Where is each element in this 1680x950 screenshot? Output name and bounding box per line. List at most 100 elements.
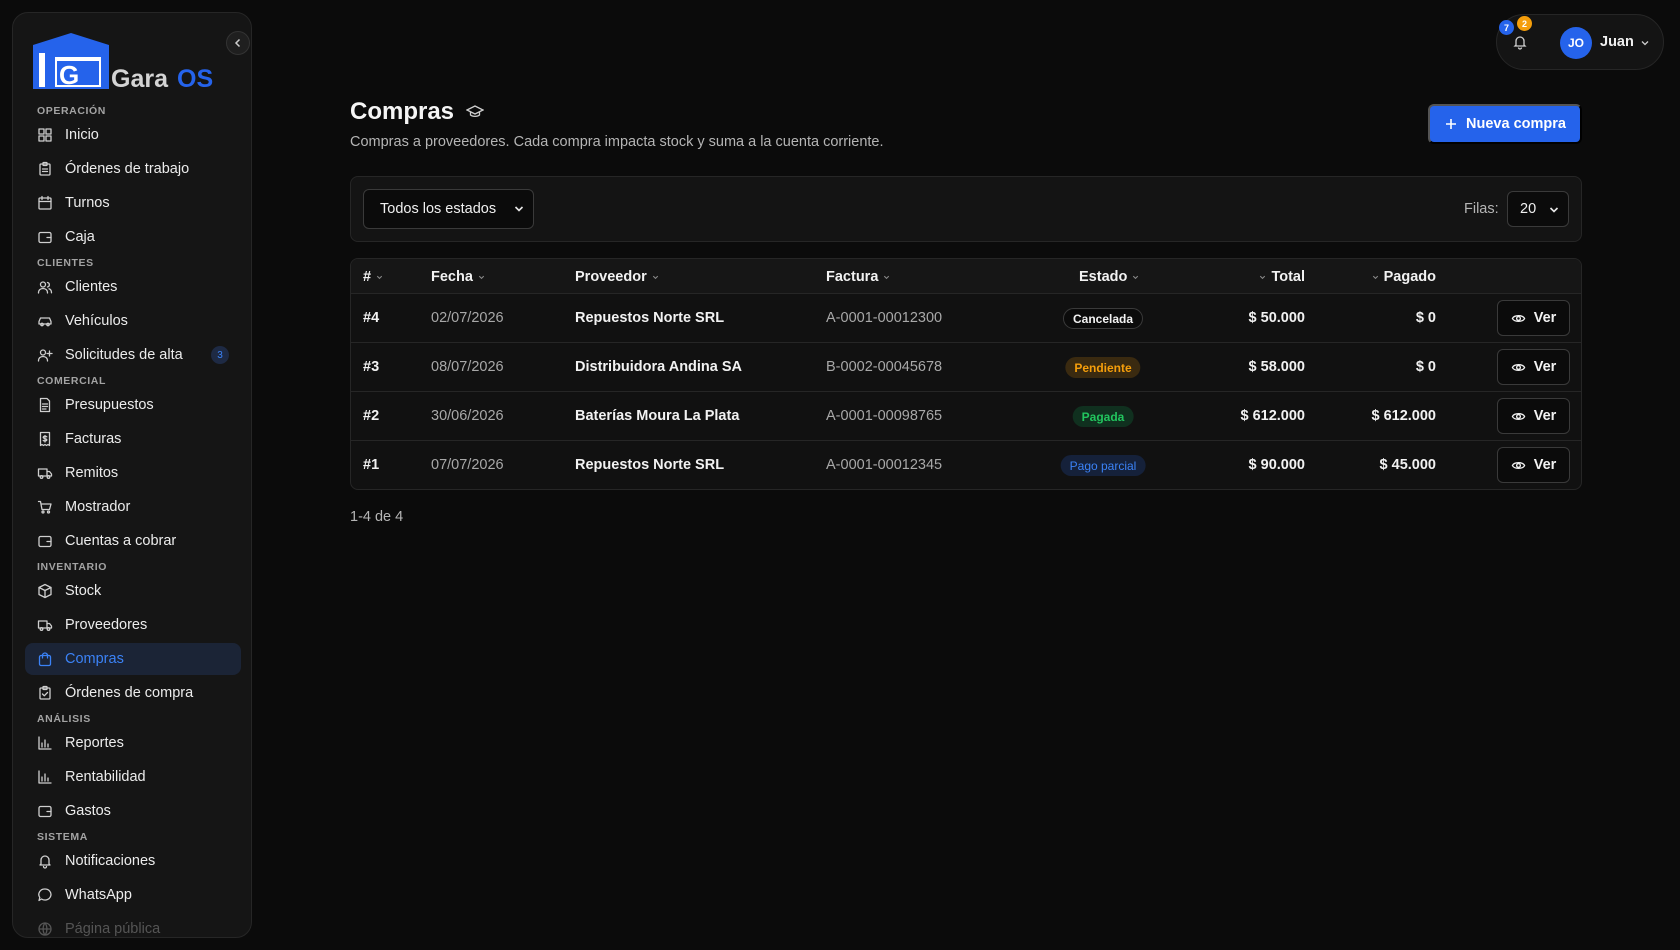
sidebar-item-facturas[interactable]: Facturas — [25, 423, 241, 455]
alert-count-badge: 2 — [1517, 16, 1532, 31]
bar-chart-icon-wrap — [37, 769, 53, 785]
sidebar-item-proveedores[interactable]: Proveedores — [25, 609, 241, 641]
truck-icon — [37, 620, 53, 631]
cart-icon-wrap — [37, 499, 53, 515]
user-menu-name[interactable]: Juan — [1600, 34, 1634, 50]
sidebar-item-vehiculos[interactable]: Vehículos — [25, 305, 241, 337]
sidebar-item-turnos[interactable]: Turnos — [25, 187, 241, 219]
sidebar-item-label: Reportes — [65, 735, 124, 751]
table-row: #1 07/07/2026 Repuestos Norte SRL A-0001-00… — [351, 441, 1581, 489]
bar-chart-icon — [38, 770, 52, 784]
purchase-total: $ 50.000 — [1248, 310, 1305, 326]
collapse-sidebar-button[interactable] — [226, 31, 250, 55]
view-purchase-button[interactable]: Ver — [1497, 398, 1570, 434]
sidebar-item-label: Turnos — [65, 195, 110, 211]
view-purchase-button[interactable]: Ver — [1497, 447, 1570, 483]
bell-icon-wrap — [37, 853, 53, 869]
car-icon — [38, 317, 52, 327]
column-header-factura[interactable]: Factura — [826, 269, 891, 285]
rows-per-page-select[interactable]: 20 — [1507, 191, 1569, 227]
purchase-supplier: Distribuidora Andina SA — [575, 359, 743, 375]
sidebar-item-remitos[interactable]: Remitos — [25, 457, 241, 489]
receipt-icon — [39, 431, 51, 447]
purchase-paid: $ 612.000 — [1371, 408, 1436, 424]
truck-icon-wrap — [37, 617, 53, 633]
purchase-invoice: A-0001-00098765 — [826, 408, 943, 424]
sidebar-item-whatsapp[interactable]: WhatsApp — [25, 879, 241, 911]
truck-icon-wrap — [37, 465, 53, 481]
sidebar-section-sistema: SISTEMA — [37, 831, 88, 843]
page-subtitle: Compras a proveedores. Cada compra impac… — [350, 134, 884, 150]
user-plus-icon — [37, 349, 53, 362]
column-header-estado[interactable]: Estado — [1079, 269, 1140, 285]
sidebar-item-label: Proveedores — [65, 617, 148, 633]
sidebar-item-label: Cuentas a cobrar — [65, 533, 177, 549]
page-title: Compras — [350, 98, 485, 126]
clipboard-icon-wrap — [37, 161, 53, 177]
sort-chevron-icon — [1133, 275, 1139, 279]
sidebar-item-label: Clientes — [65, 279, 118, 295]
sidebar-section-operacion: OPERACIÓN — [37, 105, 106, 117]
sidebar-item-gastos[interactable]: Gastos — [25, 795, 241, 827]
sidebar-item-cuentas-a-cobrar[interactable]: Cuentas a cobrar — [25, 525, 241, 557]
purchase-total: $ 90.000 — [1248, 457, 1305, 473]
sidebar-item-label: Página pública — [65, 921, 161, 937]
chevron-down-icon[interactable] — [1640, 38, 1650, 48]
sidebar: G Gara OS OPERACIÓN Inicio Órdenes de trab… — [12, 12, 252, 938]
clipboard-check-icon-wrap — [37, 685, 53, 701]
clipboard-icon — [39, 161, 51, 176]
filter-bar — [350, 176, 1582, 242]
sort-chevron-icon — [478, 275, 485, 279]
table-row: #2 30/06/2026 Baterías Moura La Plata A-000… — [351, 392, 1581, 441]
avatar[interactable]: JO — [1560, 27, 1592, 59]
purchase-id: #2 — [363, 408, 380, 424]
purchase-invoice: B-0002-00045678 — [826, 359, 943, 375]
purchase-date: 08/07/2026 — [431, 359, 504, 375]
sidebar-item-label: Órdenes de trabajo — [65, 161, 190, 177]
garaos-logo[interactable]: G Gara OS — [27, 27, 251, 99]
sidebar-section-clientes: CLIENTES — [37, 257, 94, 269]
sidebar-item-compras[interactable]: Compras — [25, 643, 241, 675]
sidebar-item-pagina-publica[interactable]: Página pública — [25, 913, 241, 937]
sidebar-item-label: Facturas — [65, 431, 122, 447]
graduation-cap-icon[interactable] — [466, 103, 485, 121]
sidebar-item-ordenes-de-compra[interactable]: Órdenes de compra — [25, 677, 241, 709]
box-icon-wrap — [37, 583, 53, 599]
sidebar-item-solicitudes-de-alta[interactable]: Solicitudes de alta 3 — [25, 339, 241, 371]
status-filter-select[interactable]: Todos los estados — [363, 189, 534, 229]
chat-icon-wrap — [37, 887, 53, 903]
view-purchase-button[interactable]: Ver — [1497, 349, 1570, 385]
column-header-pagado[interactable]: Pagado — [1371, 269, 1436, 285]
view-purchase-button[interactable]: Ver — [1497, 300, 1570, 336]
globe-icon — [38, 922, 52, 936]
eye-icon — [1511, 363, 1526, 371]
status-filter-value: Todos los estados — [380, 201, 497, 217]
sidebar-item-presupuestos[interactable]: Presupuestos — [25, 389, 241, 421]
column-header-proveedor[interactable]: Proveedor — [575, 269, 660, 285]
sidebar-item-inicio[interactable]: Inicio — [25, 119, 241, 151]
sidebar-item-mostrador[interactable]: Mostrador — [25, 491, 241, 523]
rows-per-page-value: 20 — [1520, 201, 1537, 217]
bag-icon — [38, 652, 52, 667]
notifications-button[interactable] — [1510, 32, 1530, 52]
sidebar-item-ordenes-de-trabajo[interactable]: Órdenes de trabajo — [25, 153, 241, 185]
svg-text:Gara: Gara — [111, 65, 169, 93]
sidebar-item-label: Gastos — [65, 803, 111, 819]
sidebar-item-label: WhatsApp — [65, 887, 132, 903]
new-purchase-button[interactable]: Nueva compra — [1428, 104, 1582, 144]
column-header-total[interactable]: Total — [1258, 269, 1305, 285]
sidebar-item-clientes[interactable]: Clientes — [25, 271, 241, 303]
purchase-date: 30/06/2026 — [431, 408, 504, 424]
purchase-invoice: A-0001-00012345 — [826, 457, 943, 473]
column-header-id[interactable]: # — [363, 269, 384, 285]
sidebar-item-stock[interactable]: Stock — [25, 575, 241, 607]
sidebar-item-caja[interactable]: Caja — [25, 221, 241, 253]
purchase-total: $ 612.000 — [1240, 408, 1305, 424]
sidebar-item-reportes[interactable]: Reportes — [25, 727, 241, 759]
chat-icon — [38, 888, 52, 902]
sidebar-item-notificaciones[interactable]: Notificaciones — [25, 845, 241, 877]
status-badge: Cancelada — [1062, 308, 1144, 329]
calendar-icon — [38, 195, 52, 210]
column-header-fecha[interactable]: Fecha — [431, 269, 486, 285]
sidebar-item-rentabilidad[interactable]: Rentabilidad — [25, 761, 241, 793]
